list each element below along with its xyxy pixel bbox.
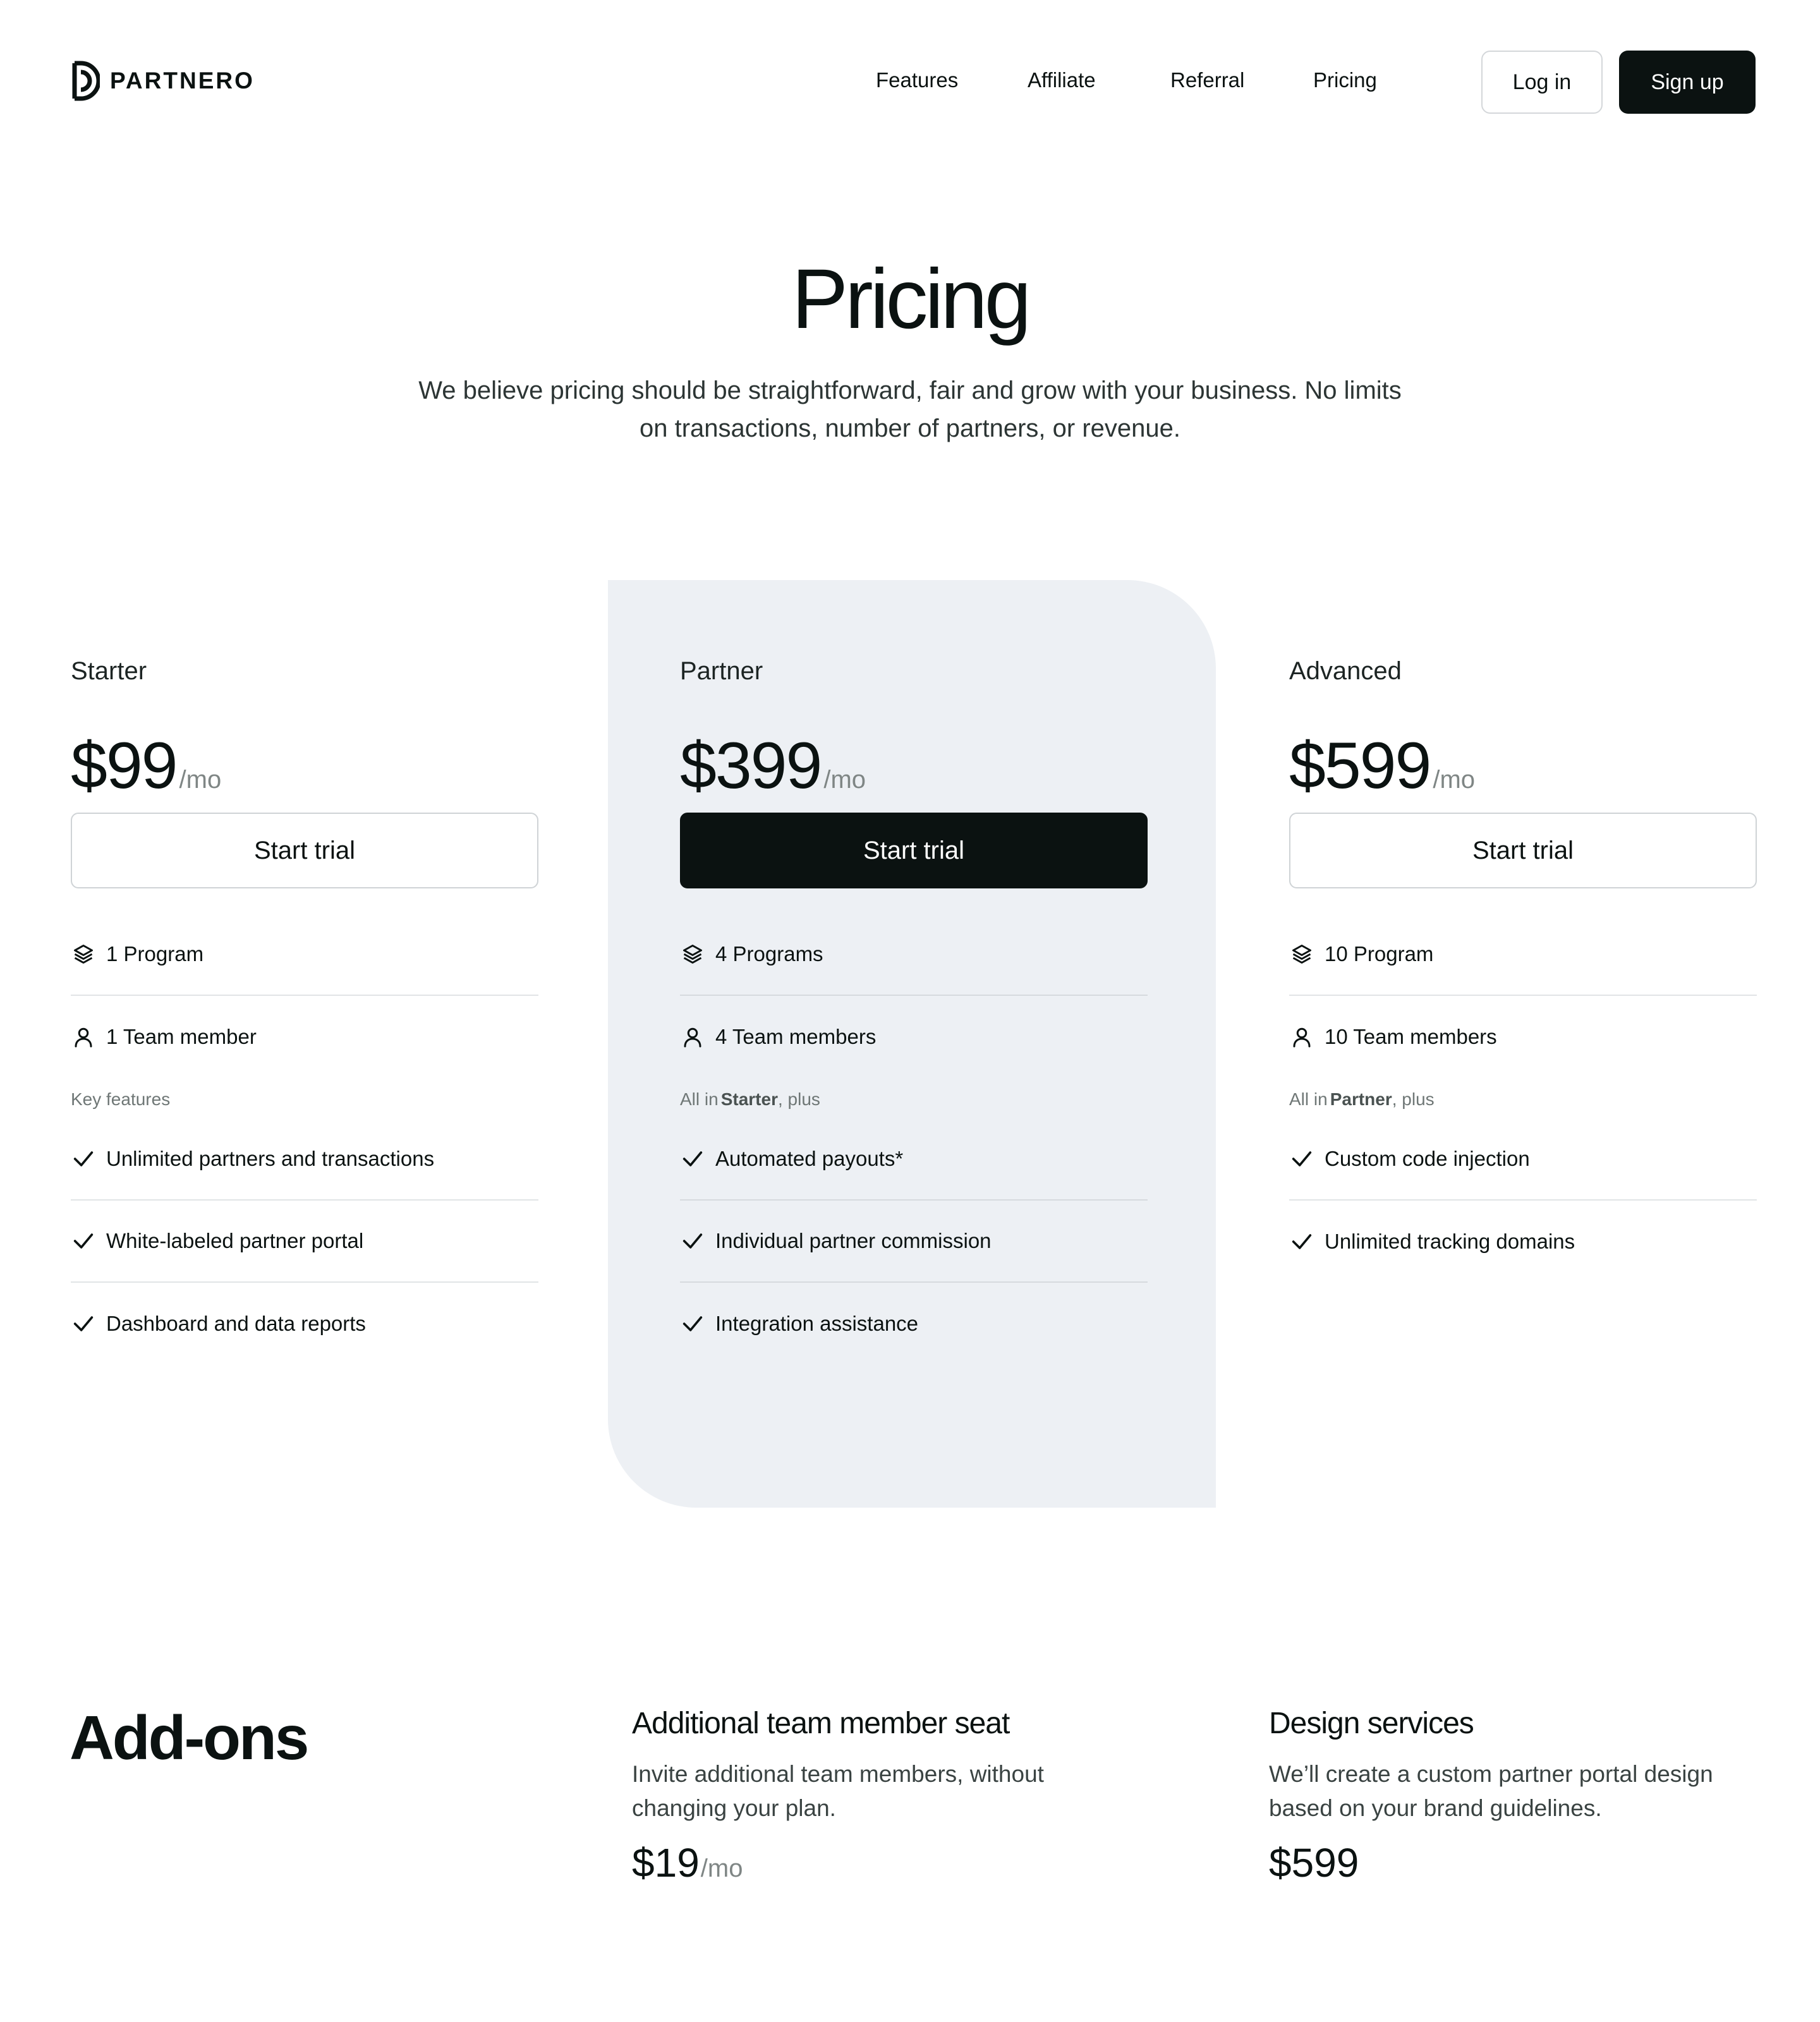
plan-price: $399 <box>680 729 822 802</box>
addon-title: Design services <box>1269 1707 1474 1740</box>
feature-item: Unlimited tracking domains <box>1289 1201 1757 1283</box>
plan-team: 10 Team members <box>1289 996 1757 1078</box>
plan-programs: 10 Program <box>1289 914 1757 996</box>
site-header: PARTNERO Features Affiliate Referral Pri… <box>0 0 1820 164</box>
plan-period: /mo <box>1433 766 1476 794</box>
check-icon <box>1292 1151 1312 1166</box>
brand-logo[interactable]: PARTNERO <box>70 59 255 102</box>
feature-label: Dashboard and data reports <box>106 1312 366 1335</box>
plan-price-row: $599 /mo <box>1289 733 1757 802</box>
nav-pricing[interactable]: Pricing <box>1313 68 1377 92</box>
plan-price: $99 <box>71 729 178 802</box>
plan-name: Partner <box>680 657 763 685</box>
features-section-label: Key features <box>71 1089 171 1109</box>
feature-item: Automated payouts* <box>680 1118 1148 1201</box>
plan-name: Advanced <box>1289 657 1402 685</box>
nav-affiliate[interactable]: Affiliate <box>1028 68 1096 92</box>
addon-description: We’ll create a custom partner portal des… <box>1269 1761 1713 1821</box>
section-prefix: All in <box>1289 1089 1328 1109</box>
start-trial-button[interactable]: Start trial <box>1289 813 1757 888</box>
addon-team-seat: Additional team member seat Invite addit… <box>632 1706 1112 1886</box>
feature-item: Unlimited partners and transactions <box>71 1118 538 1201</box>
addon-price-row: $599 <box>1269 1839 1749 1886</box>
user-icon <box>71 1024 96 1050</box>
addon-period: /mo <box>700 1855 743 1882</box>
plan-team: 1 Team member <box>71 996 538 1078</box>
layers-icon <box>1289 941 1314 967</box>
feature-label: Integration assistance <box>715 1312 919 1335</box>
check-icon <box>73 1233 94 1249</box>
feature-label: Unlimited partners and transactions <box>106 1147 435 1170</box>
feature-label: Unlimited tracking domains <box>1325 1230 1575 1253</box>
check-icon <box>1292 1234 1312 1249</box>
feature-label: Individual partner commission <box>715 1229 992 1252</box>
plan-card-partner: Partner $399 /mo Start trial 4 Programs … <box>680 657 1148 1365</box>
team-label: 10 Team members <box>1325 1025 1497 1048</box>
page-subtitle: We believe pricing should be straightfor… <box>418 377 1402 442</box>
check-icon <box>682 1151 703 1166</box>
user-icon <box>680 1024 705 1050</box>
section-bold: Starter <box>720 1089 778 1109</box>
plan-period: /mo <box>179 766 222 794</box>
check-icon <box>682 1316 703 1331</box>
addon-price: $19 <box>632 1840 700 1886</box>
plan-name: Starter <box>71 657 147 685</box>
nav-features[interactable]: Features <box>876 68 958 92</box>
addon-title: Additional team member seat <box>632 1707 1010 1740</box>
addons-title: Add-ons <box>70 1703 309 1772</box>
layers-icon <box>71 941 96 967</box>
brand-name: PARTNERO <box>110 68 255 94</box>
feature-item: Custom code injection <box>1289 1118 1757 1201</box>
plan-price-row: $99 /mo <box>71 733 538 802</box>
section-bold: Partner <box>1330 1089 1392 1109</box>
feature-label: White-labeled partner portal <box>106 1229 364 1252</box>
plan-price-row: $399 /mo <box>680 733 1148 802</box>
plan-card-advanced: Advanced $599 /mo Start trial 10 Program… <box>1289 657 1757 1283</box>
feature-label: Automated payouts* <box>715 1147 904 1170</box>
programs-label: 10 Program <box>1325 942 1434 966</box>
addon-description: Invite additional team members, without … <box>632 1761 1044 1821</box>
programs-label: 1 Program <box>106 942 204 966</box>
plan-programs: 1 Program <box>71 914 538 996</box>
nav-referral[interactable]: Referral <box>1170 68 1244 92</box>
features-section-label: All in Partner , plus <box>1289 1081 1757 1118</box>
plan-team: 4 Team members <box>680 996 1148 1078</box>
addon-price: $599 <box>1269 1840 1359 1886</box>
layers-icon <box>680 941 705 967</box>
user-icon <box>1289 1024 1314 1050</box>
check-icon <box>73 1151 94 1166</box>
plan-period: /mo <box>823 766 866 794</box>
addon-design-services: Design services We’ll create a custom pa… <box>1269 1706 1749 1886</box>
section-prefix: All in <box>680 1089 719 1109</box>
plan-programs: 4 Programs <box>680 914 1148 996</box>
page-title: Pricing <box>791 252 1032 346</box>
addon-price-row: $19 /mo <box>632 1839 1112 1886</box>
section-suffix: , plus <box>777 1089 820 1109</box>
programs-label: 4 Programs <box>715 942 823 966</box>
team-label: 1 Team member <box>106 1025 257 1048</box>
feature-item: Integration assistance <box>680 1283 1148 1365</box>
feature-item: Dashboard and data reports <box>71 1283 538 1365</box>
feature-item: Individual partner commission <box>680 1201 1148 1283</box>
login-button[interactable]: Log in <box>1481 51 1603 114</box>
team-label: 4 Team members <box>715 1025 877 1048</box>
check-icon <box>682 1233 703 1249</box>
start-trial-button[interactable]: Start trial <box>680 813 1148 888</box>
signup-button[interactable]: Sign up <box>1619 51 1756 114</box>
plan-card-starter: Starter $99 /mo Start trial 1 Program 1 … <box>71 657 538 1365</box>
start-trial-button[interactable]: Start trial <box>71 813 538 888</box>
feature-label: Custom code injection <box>1325 1147 1530 1170</box>
partnero-logo-icon <box>72 61 100 101</box>
feature-item: White-labeled partner portal <box>71 1201 538 1283</box>
plan-price: $599 <box>1289 729 1431 802</box>
section-suffix: , plus <box>1392 1089 1435 1109</box>
features-section-label: All in Starter , plus <box>680 1081 1148 1118</box>
check-icon <box>73 1316 94 1331</box>
